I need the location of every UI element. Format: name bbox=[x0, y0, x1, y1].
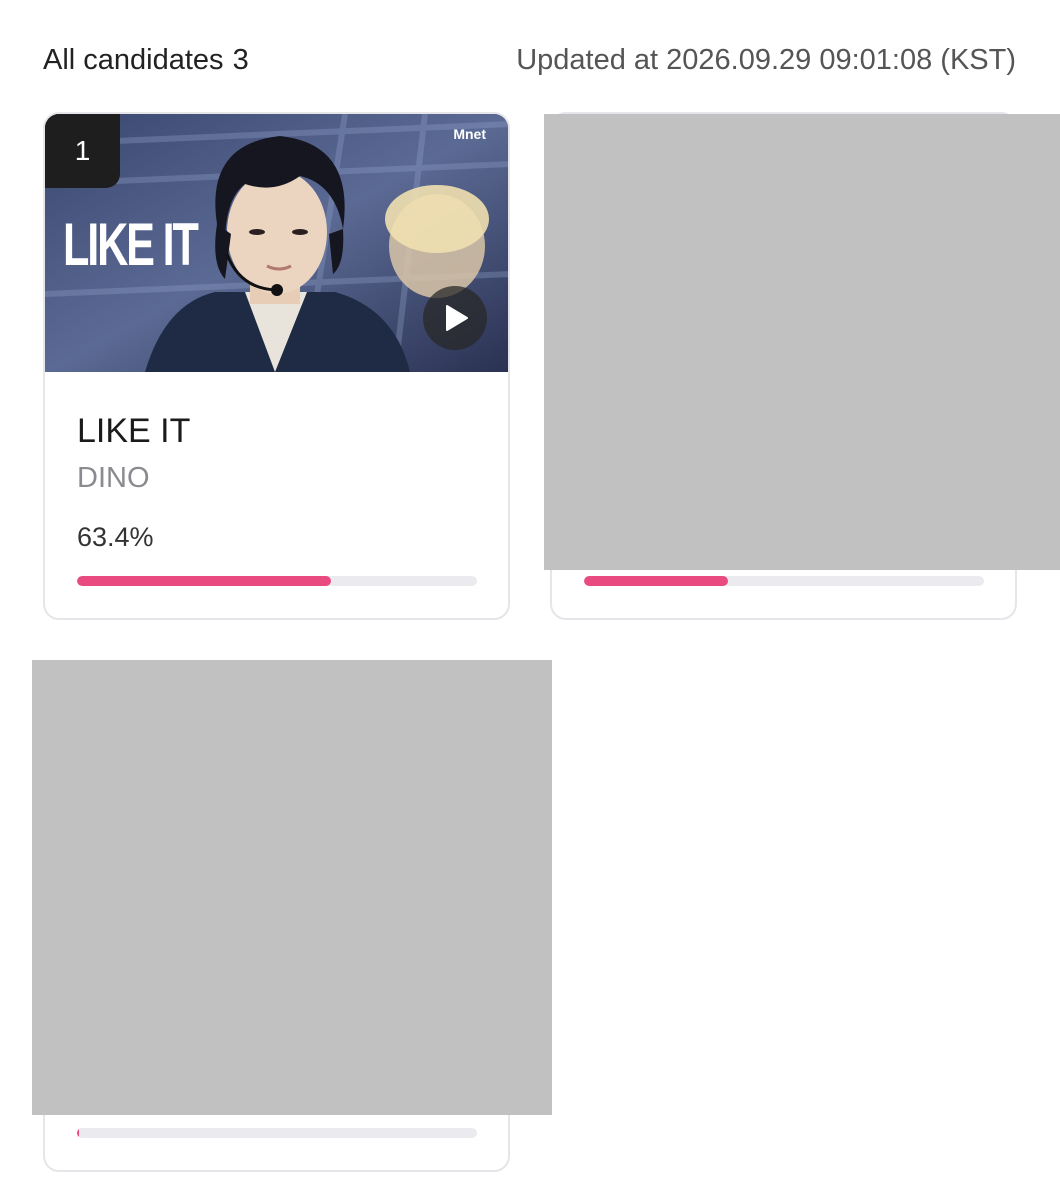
thumbnail-title-text: LIKE IT bbox=[63, 211, 199, 278]
vote-progress-bar bbox=[77, 576, 477, 586]
redaction-block bbox=[544, 114, 1060, 570]
rank-badge: 1 bbox=[45, 114, 120, 188]
vote-progress-fill bbox=[77, 1128, 79, 1138]
vote-progress-bar bbox=[77, 1128, 477, 1138]
mnet-logo: Mnet bbox=[453, 126, 486, 142]
vote-progress-bar bbox=[584, 576, 984, 586]
candidate-card-1[interactable]: 1 Mnet LIKE IT LIKE IT DINO 63.4% bbox=[43, 112, 510, 620]
vote-progress-fill bbox=[584, 576, 728, 586]
play-icon bbox=[446, 305, 468, 331]
all-candidates-label: All candidates bbox=[43, 43, 224, 76]
vote-percentage: 63.4% bbox=[77, 522, 154, 552]
redaction-block bbox=[32, 660, 552, 1115]
song-title: LIKE IT bbox=[77, 412, 191, 450]
candidates-header: All candidates 3 Updated at 2026.09.29 0… bbox=[43, 40, 1016, 80]
candidates-count-heading: All candidates 3 bbox=[43, 44, 249, 77]
video-thumbnail[interactable]: 1 Mnet LIKE IT bbox=[45, 114, 508, 372]
candidate-count: 3 bbox=[232, 43, 249, 76]
vote-progress-fill bbox=[77, 576, 331, 586]
play-button[interactable] bbox=[423, 286, 487, 350]
artist-name: DINO bbox=[77, 462, 150, 494]
updated-timestamp: Updated at 2026.09.29 09:01:08 (KST) bbox=[516, 43, 1016, 76]
